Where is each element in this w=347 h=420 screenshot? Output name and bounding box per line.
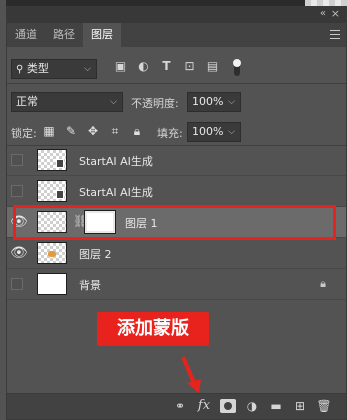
shape-filter-icon[interactable]: ⊡ bbox=[182, 59, 197, 74]
opacity-value: 100% bbox=[192, 95, 224, 108]
blend-row: 正常 ⌵ 不透明度: 100% ⌵ bbox=[7, 89, 346, 115]
visibility-toggle[interactable] bbox=[11, 185, 23, 197]
search-icon: ⚲ bbox=[16, 64, 24, 75]
filter-icons: ▣ ◐ T ⊡ ▤ bbox=[113, 59, 220, 74]
layer-name: StartAI AI生成 bbox=[79, 186, 153, 199]
layer-thumbnail bbox=[37, 149, 67, 171]
opacity-label: 不透明度: bbox=[131, 97, 179, 110]
folder-icon[interactable]: ▬ bbox=[268, 398, 284, 414]
panel-topbar: « × bbox=[7, 7, 346, 23]
blend-mode-select[interactable]: 正常 ⌵ bbox=[11, 92, 123, 112]
filter-kind-select[interactable]: ⚲ 类型 ⌵ bbox=[11, 59, 97, 79]
double-chevron-icon[interactable]: « bbox=[320, 8, 326, 19]
annotation-arrow bbox=[181, 356, 201, 393]
tab-layers[interactable]: 图层 bbox=[83, 23, 121, 47]
panel-menu-icon[interactable] bbox=[330, 30, 340, 39]
type-filter-icon[interactable]: T bbox=[159, 59, 174, 74]
lock-brush-icon[interactable]: ✎ bbox=[64, 124, 78, 138]
add-mask-icon[interactable] bbox=[220, 399, 236, 413]
close-icon[interactable]: × bbox=[331, 7, 340, 20]
chevron-down-icon: ⌵ bbox=[228, 127, 235, 137]
smart-object-badge-icon bbox=[56, 190, 64, 199]
layer-thumbnail bbox=[37, 273, 67, 295]
link-icon[interactable]: ⚭ bbox=[172, 398, 188, 414]
layer-name: 图层 1 bbox=[125, 217, 158, 230]
image-filter-icon[interactable]: ▣ bbox=[113, 59, 128, 74]
layers-list: StartAI AI生成 StartAI AI生成 👁︎ ⛓︎ 图层 1 👁︎ … bbox=[7, 145, 346, 300]
opacity-input[interactable]: 100% ⌵ bbox=[187, 92, 241, 112]
lock-icon: 🔒︎ bbox=[320, 277, 326, 290]
layer-row[interactable]: 背景 🔒︎ bbox=[7, 269, 346, 300]
lock-label: 锁定: bbox=[11, 127, 37, 140]
layer-content-preview bbox=[48, 251, 56, 257]
layer-thumbnail bbox=[37, 242, 67, 264]
lock-all-icon[interactable]: 🔒︎ bbox=[130, 124, 144, 138]
panel-tabs: 通道 路径 图层 bbox=[7, 23, 346, 47]
eye-icon[interactable]: 👁︎ bbox=[10, 214, 28, 230]
layer-name: 图层 2 bbox=[79, 248, 112, 261]
visibility-toggle[interactable] bbox=[11, 278, 23, 290]
chevron-down-icon: ⌵ bbox=[84, 64, 91, 74]
divider bbox=[7, 83, 346, 84]
lock-row: 锁定: ▦ ✎ ✥ ⌗ 🔒︎ 填充: 100% ⌵ bbox=[7, 119, 346, 145]
eye-icon[interactable]: 👁︎ bbox=[10, 245, 28, 261]
filter-kind-label: 类型 bbox=[26, 62, 49, 75]
bottom-icons: ⚭ fx ◑ ▬ ⊞ 🗑︎ bbox=[172, 398, 332, 414]
tab-channels[interactable]: 通道 bbox=[7, 23, 45, 47]
filter-toggle[interactable] bbox=[233, 59, 241, 76]
layer-row[interactable]: StartAI AI生成 bbox=[7, 145, 346, 176]
lock-move-icon[interactable]: ✥ bbox=[86, 124, 100, 138]
smart-object-badge-icon bbox=[56, 159, 64, 168]
lock-artboard-icon[interactable]: ⌗ bbox=[108, 124, 122, 138]
chevron-down-icon: ⌵ bbox=[110, 97, 117, 107]
fx-icon[interactable]: fx bbox=[196, 398, 212, 414]
annotation-label: 添加蒙版 bbox=[97, 312, 209, 346]
visibility-toggle[interactable] bbox=[11, 154, 23, 166]
panel-bottom-bar: ⚭ fx ◑ ▬ ⊞ 🗑︎ bbox=[7, 393, 346, 419]
lock-icons: ▦ ✎ ✥ ⌗ 🔒︎ bbox=[42, 124, 144, 138]
chevron-down-icon: ⌵ bbox=[228, 97, 235, 107]
layer-thumbnail bbox=[37, 180, 67, 202]
layer-name: 背景 bbox=[79, 279, 101, 292]
adjustment-layer-icon[interactable]: ◑ bbox=[244, 398, 260, 414]
smart-object-filter-icon[interactable]: ▤ bbox=[205, 59, 220, 74]
layer-row[interactable]: 👁︎ 图层 2 bbox=[7, 238, 346, 269]
fill-input[interactable]: 100% ⌵ bbox=[187, 122, 241, 142]
layer-name: StartAI AI生成 bbox=[79, 155, 153, 168]
layer-row[interactable]: StartAI AI生成 bbox=[7, 176, 346, 207]
layer-mask-thumbnail[interactable] bbox=[84, 210, 116, 234]
layer-thumbnail bbox=[37, 211, 67, 233]
tab-paths[interactable]: 路径 bbox=[45, 23, 83, 47]
blend-mode-value: 正常 bbox=[16, 95, 38, 108]
trash-icon[interactable]: 🗑︎ bbox=[316, 398, 332, 414]
filter-row: ⚲ 类型 ⌵ ▣ ◐ T ⊡ ▤ bbox=[7, 55, 346, 83]
layer-row-selected[interactable]: 👁︎ ⛓︎ 图层 1 bbox=[7, 205, 346, 240]
fill-value: 100% bbox=[192, 125, 224, 138]
new-layer-icon[interactable]: ⊞ bbox=[292, 398, 308, 414]
lock-transparent-icon[interactable]: ▦ bbox=[42, 124, 56, 138]
adjustment-filter-icon[interactable]: ◐ bbox=[136, 59, 151, 74]
fill-label: 填充: bbox=[157, 127, 183, 140]
